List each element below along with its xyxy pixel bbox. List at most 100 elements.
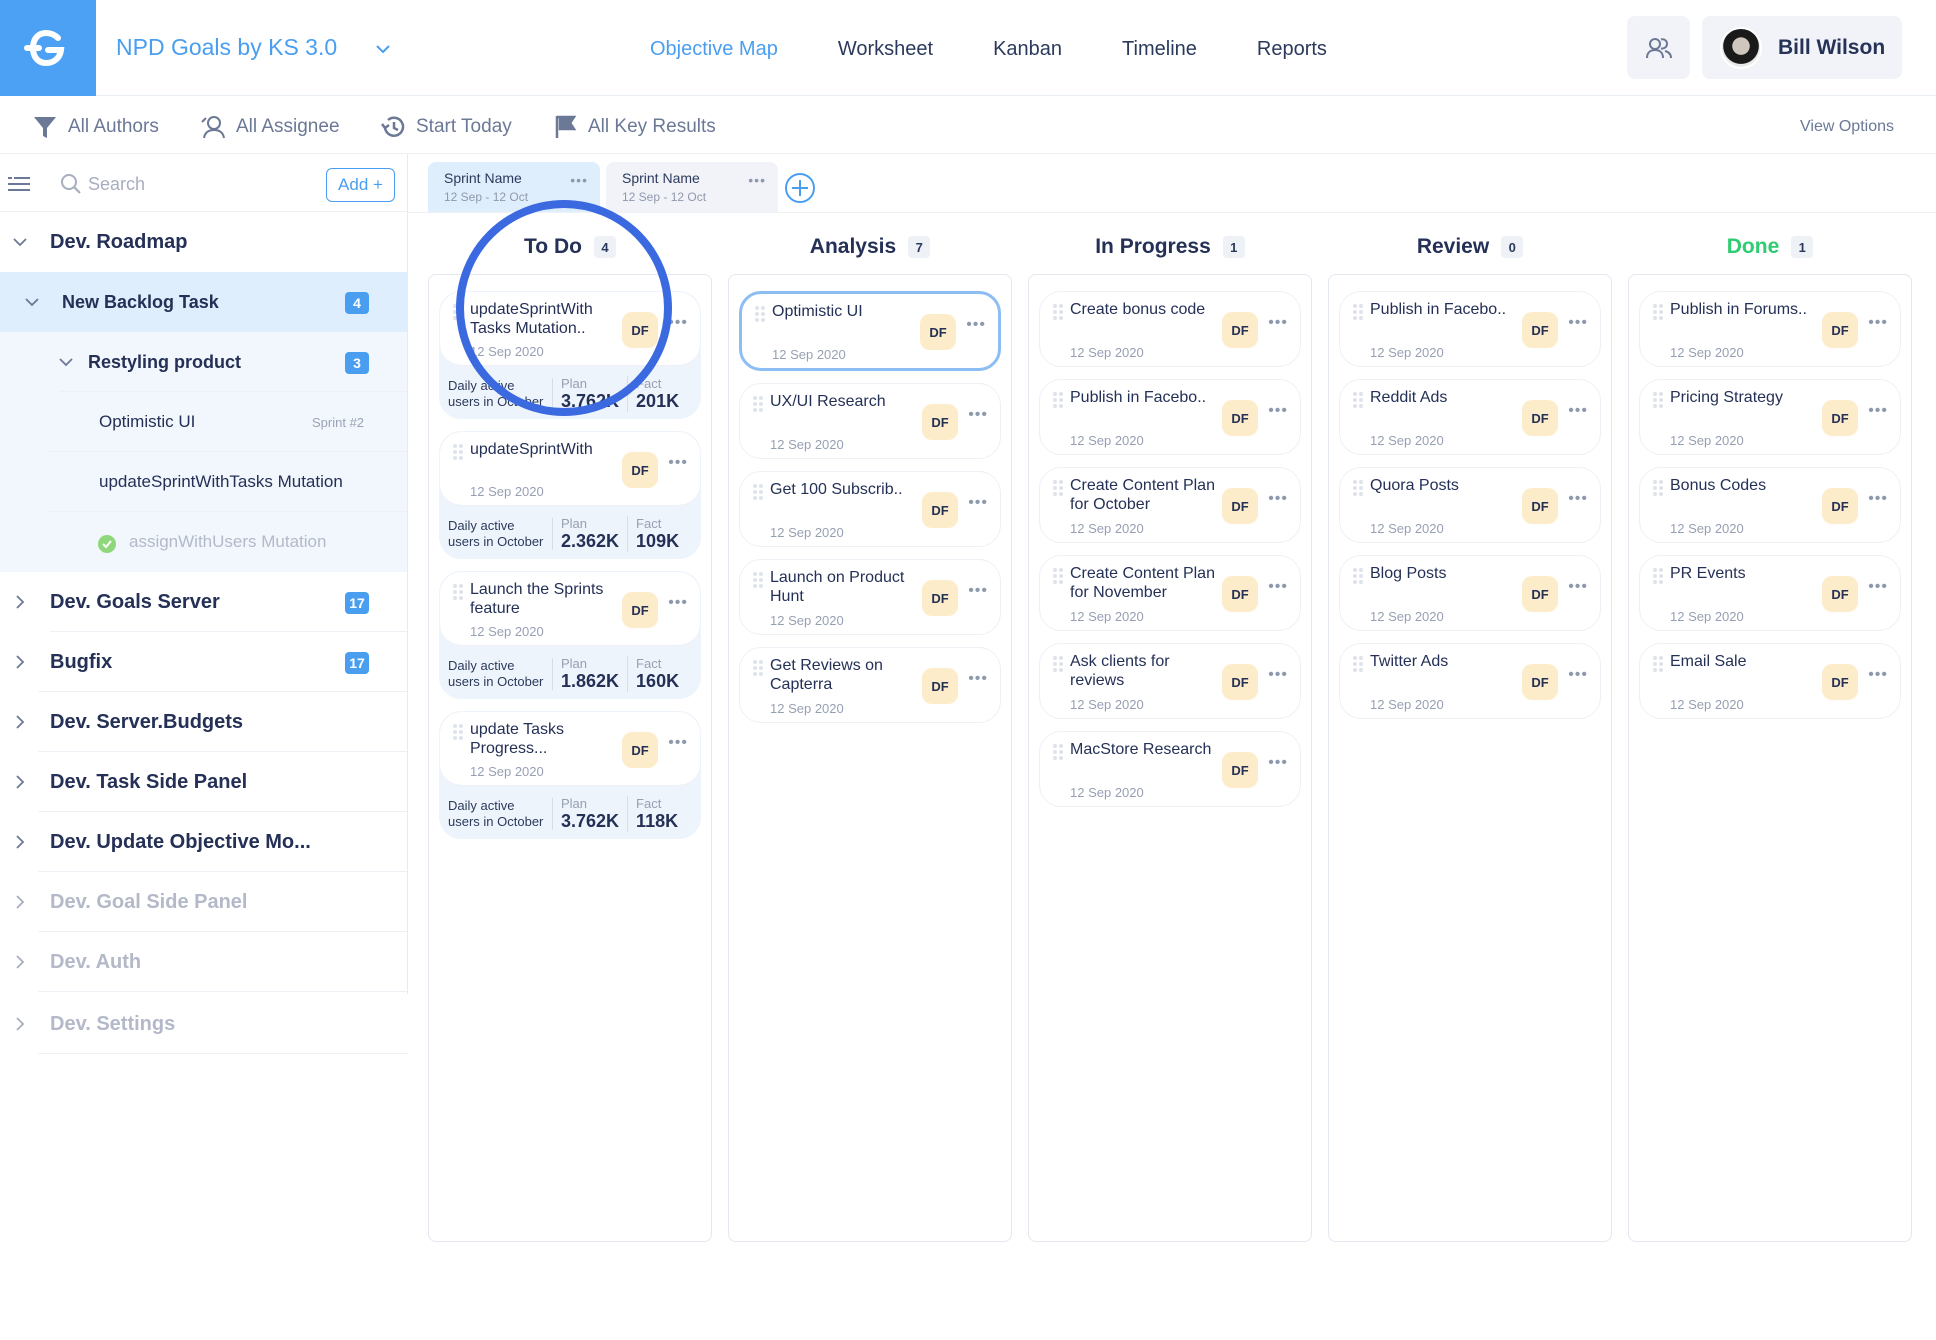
filter-start[interactable]: Start Today (380, 114, 512, 140)
task-card[interactable]: Launch on Product Hunt 12 Sep 2020 DF ••• (739, 559, 1001, 635)
task-card[interactable]: Publish in Facebo.. 12 Sep 2020 DF ••• (1039, 379, 1301, 455)
more-icon[interactable]: ••• (570, 172, 588, 188)
filter-assignee[interactable]: All Assignee (200, 114, 340, 140)
drag-handle-icon[interactable] (753, 572, 763, 588)
assignee-avatar[interactable]: DF (1522, 576, 1558, 612)
chevron-right-icon[interactable] (12, 774, 28, 790)
assignee-avatar[interactable]: DF (1822, 664, 1858, 700)
drag-handle-icon[interactable] (1053, 392, 1063, 408)
task-card[interactable]: Reddit Ads 12 Sep 2020 DF ••• (1339, 379, 1601, 455)
more-icon[interactable]: ••• (968, 494, 988, 512)
task-card[interactable]: Email Sale 12 Sep 2020 DF ••• (1639, 643, 1901, 719)
chevron-right-icon[interactable] (12, 954, 28, 970)
chevron-down-icon[interactable] (24, 294, 40, 310)
tree-item-dev-task-side-panel[interactable]: Dev. Task Side Panel (0, 752, 407, 812)
more-icon[interactable]: ••• (1268, 754, 1288, 772)
tree-item-dev-update-objective[interactable]: Dev. Update Objective Mo... (0, 812, 407, 872)
task-card[interactable]: Create bonus code 12 Sep 2020 DF ••• (1039, 291, 1301, 367)
tree-item-update-sprint-mutation[interactable]: updateSprintWithTasks Mutation (0, 452, 407, 512)
drag-handle-icon[interactable] (1353, 656, 1363, 672)
filter-key-results[interactable]: All Key Results (554, 114, 716, 140)
more-icon[interactable]: ••• (1868, 402, 1888, 420)
nav-objective-map[interactable]: Objective Map (650, 38, 778, 61)
nav-kanban[interactable]: Kanban (993, 38, 1062, 61)
drag-handle-icon[interactable] (453, 724, 463, 740)
nav-reports[interactable]: Reports (1257, 38, 1327, 61)
assignee-avatar[interactable]: DF (1222, 488, 1258, 524)
task-card[interactable]: UX/UI Research 12 Sep 2020 DF ••• (739, 383, 1001, 459)
more-icon[interactable]: ••• (1268, 402, 1288, 420)
task-card[interactable]: updateSprintWith Tasks Mutation.. 12 Sep … (439, 291, 701, 419)
task-card[interactable]: Create Content Plan for November 12 Sep 2… (1039, 555, 1301, 631)
more-icon[interactable]: ••• (1568, 578, 1588, 596)
more-icon[interactable]: ••• (1568, 402, 1588, 420)
task-card[interactable]: Pricing Strategy 12 Sep 2020 DF ••• (1639, 379, 1901, 455)
assignee-avatar[interactable]: DF (1522, 312, 1558, 348)
tree-item-dev-server-budgets[interactable]: Dev. Server.Budgets (0, 692, 407, 752)
nav-worksheet[interactable]: Worksheet (838, 38, 933, 61)
tree-item-dev-roadmap[interactable]: Dev. Roadmap (0, 212, 407, 272)
tree-item-optimistic-ui[interactable]: Optimistic UI Sprint #2 (0, 392, 407, 452)
more-icon[interactable]: ••• (668, 314, 688, 332)
assignee-avatar[interactable]: DF (1522, 488, 1558, 524)
sprint-tab[interactable]: Sprint Name 12 Sep - 12 Oct ••• (606, 162, 778, 212)
more-icon[interactable]: ••• (966, 316, 986, 334)
assignee-avatar[interactable]: DF (1222, 312, 1258, 348)
drag-handle-icon[interactable] (1653, 304, 1663, 320)
view-options-button[interactable]: View Options (1800, 118, 1894, 136)
tree-item-dev-settings[interactable]: Dev. Settings (0, 994, 408, 1054)
nav-timeline[interactable]: Timeline (1122, 38, 1197, 61)
more-icon[interactable]: ••• (1568, 666, 1588, 684)
search-input[interactable] (88, 170, 308, 198)
drag-handle-icon[interactable] (753, 396, 763, 412)
task-card[interactable]: Get 100 Subscrib.. 12 Sep 2020 DF ••• (739, 471, 1001, 547)
task-card[interactable]: Publish in Facebo.. 12 Sep 2020 DF ••• (1339, 291, 1601, 367)
task-card[interactable]: Bonus Codes 12 Sep 2020 DF ••• (1639, 467, 1901, 543)
more-icon[interactable]: ••• (1568, 314, 1588, 332)
task-card[interactable]: Publish in Forums.. 12 Sep 2020 DF ••• (1639, 291, 1901, 367)
assignee-avatar[interactable]: DF (1522, 664, 1558, 700)
drag-handle-icon[interactable] (1053, 480, 1063, 496)
assignee-avatar[interactable]: DF (1822, 400, 1858, 436)
tree-item-bugfix[interactable]: Bugfix 17 (0, 632, 407, 692)
chevron-right-icon[interactable] (12, 894, 28, 910)
assignee-avatar[interactable]: DF (922, 668, 958, 704)
task-card[interactable]: Quora Posts 12 Sep 2020 DF ••• (1339, 467, 1601, 543)
assignee-avatar[interactable]: DF (1222, 576, 1258, 612)
team-button[interactable] (1627, 16, 1690, 79)
chevron-right-icon[interactable] (12, 594, 28, 610)
drag-handle-icon[interactable] (453, 584, 463, 600)
assignee-avatar[interactable]: DF (1222, 752, 1258, 788)
task-card[interactable]: Create Content Plan for October 12 Sep 20… (1039, 467, 1301, 543)
drag-handle-icon[interactable] (453, 444, 463, 460)
assignee-avatar[interactable]: DF (1222, 400, 1258, 436)
tree-item-new-backlog-task[interactable]: New Backlog Task 4 (0, 272, 407, 332)
chevron-down-icon[interactable] (372, 38, 394, 60)
more-icon[interactable]: ••• (668, 734, 688, 752)
filter-authors[interactable]: All Authors (32, 114, 159, 140)
more-icon[interactable]: ••• (1868, 314, 1888, 332)
more-icon[interactable]: ••• (1568, 490, 1588, 508)
tree-item-dev-goal-side-panel[interactable]: Dev. Goal Side Panel (0, 872, 407, 932)
assignee-avatar[interactable]: DF (622, 312, 658, 348)
task-card[interactable]: Get Reviews on Capterra 12 Sep 2020 DF ••• (739, 647, 1001, 723)
tree-item-assign-users-mutation[interactable]: assignWithUsers Mutation (0, 512, 407, 572)
assignee-avatar[interactable]: DF (622, 452, 658, 488)
assignee-avatar[interactable]: DF (1822, 576, 1858, 612)
more-icon[interactable]: ••• (968, 670, 988, 688)
more-icon[interactable]: ••• (968, 582, 988, 600)
add-button[interactable]: Add + (326, 168, 395, 202)
tree-item-dev-auth[interactable]: Dev. Auth (0, 932, 407, 992)
drag-handle-icon[interactable] (1053, 304, 1063, 320)
assignee-avatar[interactable]: DF (920, 314, 956, 350)
drag-handle-icon[interactable] (453, 304, 463, 320)
task-card[interactable]: Twitter Ads 12 Sep 2020 DF ••• (1339, 643, 1601, 719)
sprint-tab[interactable]: Sprint Name 12 Sep - 12 Oct ••• (428, 162, 600, 212)
chevron-down-icon[interactable] (58, 354, 74, 370)
drag-handle-icon[interactable] (755, 306, 765, 322)
tree-item-restyling-product[interactable]: Restyling product 3 (0, 332, 407, 392)
more-icon[interactable]: ••• (748, 172, 766, 188)
drag-handle-icon[interactable] (1353, 304, 1363, 320)
assignee-avatar[interactable]: DF (622, 732, 658, 768)
drag-handle-icon[interactable] (753, 484, 763, 500)
